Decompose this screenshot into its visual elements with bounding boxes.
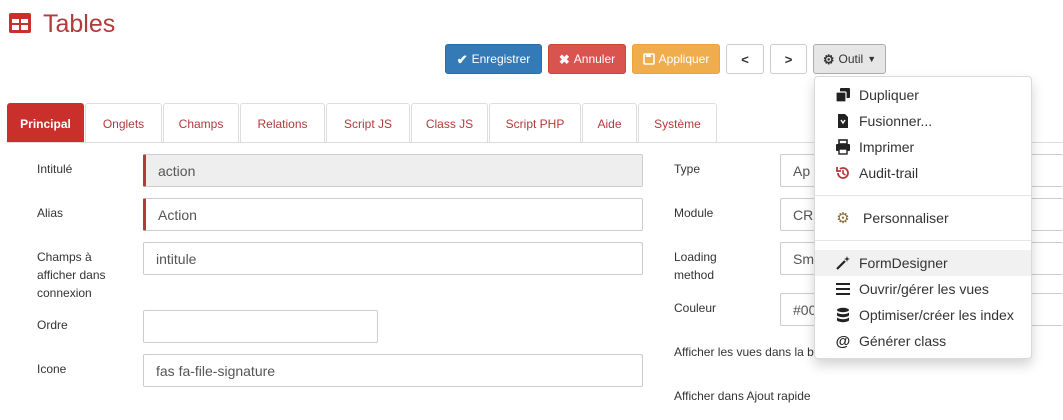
icone-field[interactable]: fas fa-file-signature <box>143 354 643 387</box>
apply-button-label: Appliquer <box>658 52 710 66</box>
champs-label: Champs à afficher dans connexion <box>37 250 106 300</box>
tab-class-js[interactable]: Class JS <box>411 103 488 143</box>
cog-icon: ⚙ <box>836 210 850 227</box>
menu-item-label: Imprimer <box>859 139 915 155</box>
icone-label: Icone <box>37 362 67 376</box>
save-button-label: Enregistrer <box>471 52 531 66</box>
print-icon <box>836 139 850 155</box>
chevron-right-icon: > <box>784 51 793 67</box>
type-label: Type <box>674 162 701 176</box>
check-icon: ✔ <box>456 51 468 67</box>
menu-item-fusionner[interactable]: Fusionner... <box>815 108 1031 134</box>
at-icon: @ <box>835 332 851 350</box>
tab-script-php[interactable]: Script PHP <box>489 103 581 143</box>
database-icon <box>837 307 849 323</box>
menu-item-personnaliser[interactable]: ⚙ Personnaliser <box>815 205 1031 231</box>
tab-systeme[interactable]: Système <box>638 103 717 143</box>
tab-aide[interactable]: Aide <box>582 103 637 143</box>
menu-item-label: Dupliquer <box>859 87 919 103</box>
menu-item-label: Personnaliser <box>863 210 949 226</box>
ordre-field[interactable] <box>143 310 378 343</box>
menu-item-audit-trail[interactable]: Audit-trail <box>815 160 1031 186</box>
tools-dropdown-menu: Dupliquer Fusionner... Imprimer Audit-tr… <box>814 76 1032 359</box>
intitule-label: Intitulé <box>37 162 73 176</box>
ajout-rapide-label: Afficher dans Ajout rapide <box>674 389 811 403</box>
list-icon <box>836 283 850 295</box>
menu-item-formdesigner[interactable]: FormDesigner <box>815 250 1031 276</box>
tab-relations[interactable]: Relations <box>240 103 325 143</box>
magic-wand-icon <box>836 256 850 270</box>
cog-icon: ⚙ <box>822 51 835 67</box>
menu-item-imprimer[interactable]: Imprimer <box>815 134 1031 160</box>
module-value: CR <box>793 206 814 223</box>
page-title: Tables <box>43 10 116 38</box>
menu-item-generer-class[interactable]: @ Générer class <box>815 328 1031 354</box>
menu-item-label: Générer class <box>859 333 947 349</box>
menu-item-label: Fusionner... <box>859 113 933 129</box>
menu-item-label: Ouvrir/gérer les vues <box>859 281 989 297</box>
loading-method-label: Loading method <box>674 250 717 282</box>
afficher-vues-label: Afficher les vues dans la b <box>674 345 814 359</box>
icone-value: fas fa-file-signature <box>156 362 276 379</box>
type-value: Ap <box>793 162 811 179</box>
copy-icon <box>835 88 850 103</box>
intitule-value: action <box>158 162 196 179</box>
couleur-value: #00 <box>793 301 817 318</box>
menu-item-label: FormDesigner <box>859 255 948 271</box>
save-button[interactable]: ✔ Enregistrer <box>445 44 542 74</box>
cancel-button[interactable]: ✖ Annuler <box>548 44 626 74</box>
alias-value: Action <box>158 206 197 223</box>
tab-principal[interactable]: Principal <box>7 103 84 143</box>
file-merge-icon <box>838 114 848 128</box>
intitule-field[interactable]: action <box>143 154 643 187</box>
module-label: Module <box>674 206 714 220</box>
menu-item-label: Optimiser/créer les index <box>859 307 1014 323</box>
cancel-button-label: Annuler <box>573 52 616 66</box>
times-icon: ✖ <box>558 51 570 67</box>
caret-down-icon: ▼ <box>867 54 877 64</box>
menu-divider <box>815 240 1031 241</box>
alias-label: Alias <box>37 206 64 220</box>
loading-method-value: Sm <box>793 250 814 267</box>
tools-button-label: Outil <box>838 52 864 66</box>
previous-button[interactable]: < <box>726 44 764 74</box>
alias-field[interactable]: Action <box>143 198 643 231</box>
menu-item-dupliquer[interactable]: Dupliquer <box>815 82 1031 108</box>
ordre-label: Ordre <box>37 318 68 332</box>
history-icon <box>836 167 849 179</box>
menu-item-label: Audit-trail <box>859 165 919 181</box>
tab-champs[interactable]: Champs <box>163 103 239 143</box>
apply-save-icon <box>642 53 655 65</box>
menu-item-ouvrir-vues[interactable]: Ouvrir/gérer les vues <box>815 276 1031 302</box>
champs-value: intitule <box>156 250 197 267</box>
table-icon <box>9 13 31 33</box>
chevron-left-icon: < <box>741 51 749 67</box>
couleur-label: Couleur <box>674 301 717 315</box>
next-button[interactable]: > <box>770 44 807 74</box>
tools-dropdown-button[interactable]: ⚙ Outil ▼ <box>813 44 886 74</box>
apply-button[interactable]: Appliquer <box>632 44 720 74</box>
champs-field[interactable]: intitule <box>143 242 643 275</box>
menu-divider <box>815 195 1031 196</box>
menu-item-optimiser-index[interactable]: Optimiser/créer les index <box>815 302 1031 328</box>
tab-onglets[interactable]: Onglets <box>85 103 162 143</box>
tab-script-js[interactable]: Script JS <box>326 103 410 143</box>
